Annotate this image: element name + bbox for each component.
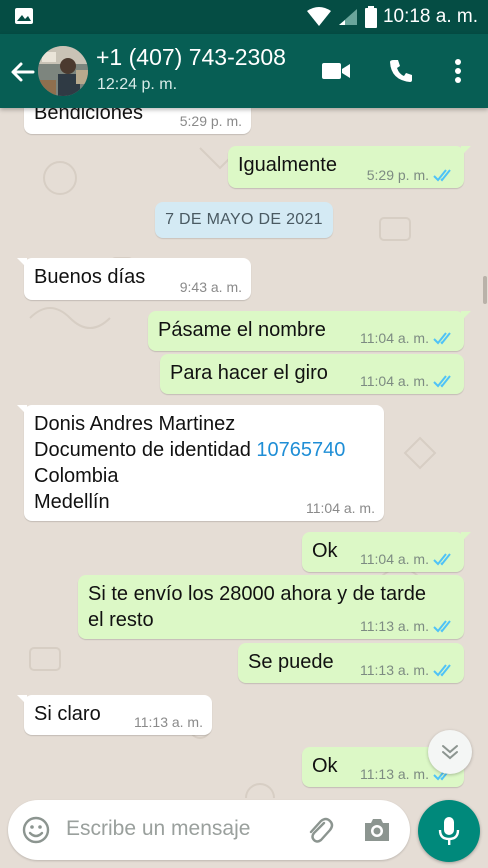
- message-bubble-incoming[interactable]: Buenos días 9:43 a. m.: [17, 258, 251, 300]
- read-ticks-icon: [433, 620, 451, 633]
- double-chevron-down-icon: [442, 745, 458, 760]
- camera-icon[interactable]: [362, 816, 392, 844]
- message-time: 11:04 a. m.: [359, 373, 429, 389]
- message-time: 11:04 a. m.: [305, 500, 375, 516]
- message-composer[interactable]: Escribe un mensaje: [8, 800, 410, 860]
- message-bubble-outgoing[interactable]: Pásame el nombre 11:04 a. m.: [148, 311, 471, 351]
- message-time: 11:13 a. m.: [359, 662, 429, 678]
- battery-icon: [364, 6, 377, 28]
- signal-icon: [338, 9, 357, 25]
- attach-icon[interactable]: [304, 814, 334, 846]
- message-time: 11:13 a. m.: [359, 766, 429, 782]
- phone-call-icon[interactable]: [385, 56, 417, 86]
- message-time: 5:29 p. m.: [366, 167, 429, 183]
- mic-icon: [438, 817, 460, 845]
- message-text: Igualmente: [238, 154, 337, 176]
- message-time: 11:13 a. m.: [359, 618, 429, 634]
- last-seen: 12:24 p. m.: [97, 76, 178, 93]
- message-text: Se puede: [248, 651, 334, 673]
- voice-message-button[interactable]: [418, 800, 480, 862]
- back-arrow-icon[interactable]: [8, 58, 36, 86]
- message-bubble-outgoing[interactable]: Igualmente 5:29 p. m.: [228, 146, 471, 188]
- message-time: 11:13 a. m.: [133, 714, 203, 730]
- read-ticks-icon: [433, 332, 451, 345]
- chat-header: +1 (407) 743-2308 12:24 p. m.: [0, 34, 488, 108]
- message-time: 5:29 p. m.: [179, 113, 242, 129]
- status-bar: 10:18 a. m.: [0, 0, 488, 34]
- read-ticks-icon: [433, 375, 451, 388]
- message-bubble-outgoing[interactable]: Ok 11:04 a. m.: [302, 532, 471, 572]
- contact-name[interactable]: +1 (407) 743-2308: [96, 44, 286, 71]
- message-text: Si claro: [34, 703, 101, 725]
- date-separator: 7 DE MAYO DE 2021: [155, 202, 333, 238]
- message-text: Pásame el nombre: [158, 319, 326, 341]
- gallery-icon: [15, 8, 33, 24]
- message-bubble-incoming[interactable]: Bendiciones 5:29 p. m.: [24, 108, 251, 134]
- wifi-icon: [306, 7, 331, 26]
- message-input[interactable]: Escribe un mensaje: [66, 817, 250, 841]
- more-options-icon[interactable]: [442, 56, 474, 86]
- message-bubble-outgoing[interactable]: Si te envío los 28000 ahora y de tarde e…: [78, 575, 464, 639]
- message-time: 11:04 a. m.: [359, 330, 429, 346]
- read-ticks-icon: [433, 553, 451, 566]
- message-time: 11:04 a. m.: [359, 551, 429, 567]
- message-bubble-outgoing[interactable]: Se puede 11:13 a. m.: [238, 643, 464, 683]
- scrollbar-thumb[interactable]: [483, 276, 487, 304]
- message-bubble-outgoing[interactable]: Para hacer el giro 11:04 a. m.: [160, 354, 464, 394]
- video-call-icon[interactable]: [320, 56, 352, 86]
- read-ticks-icon: [433, 169, 451, 182]
- message-bubble-incoming[interactable]: Donis Andres Martinez Documento de ident…: [17, 405, 384, 521]
- emoji-icon[interactable]: [22, 816, 50, 844]
- message-bubble-incoming[interactable]: Si claro 11:13 a. m.: [17, 695, 212, 735]
- message-text: Bendiciones: [34, 108, 143, 124]
- message-text: Ok: [312, 540, 338, 562]
- message-text: Para hacer el giro: [170, 362, 328, 384]
- message-list[interactable]: Bendiciones 5:29 p. m. Igualmente 5:29 p…: [0, 108, 488, 798]
- avatar[interactable]: [38, 46, 88, 96]
- scroll-to-bottom-button[interactable]: [428, 730, 472, 774]
- message-time: 9:43 a. m.: [179, 279, 242, 295]
- message-text: Buenos días: [34, 266, 146, 288]
- read-ticks-icon: [433, 664, 451, 677]
- phone-number-link[interactable]: 10765740: [256, 439, 345, 461]
- status-time: 10:18 a. m.: [382, 6, 478, 27]
- message-text: Ok: [312, 755, 338, 777]
